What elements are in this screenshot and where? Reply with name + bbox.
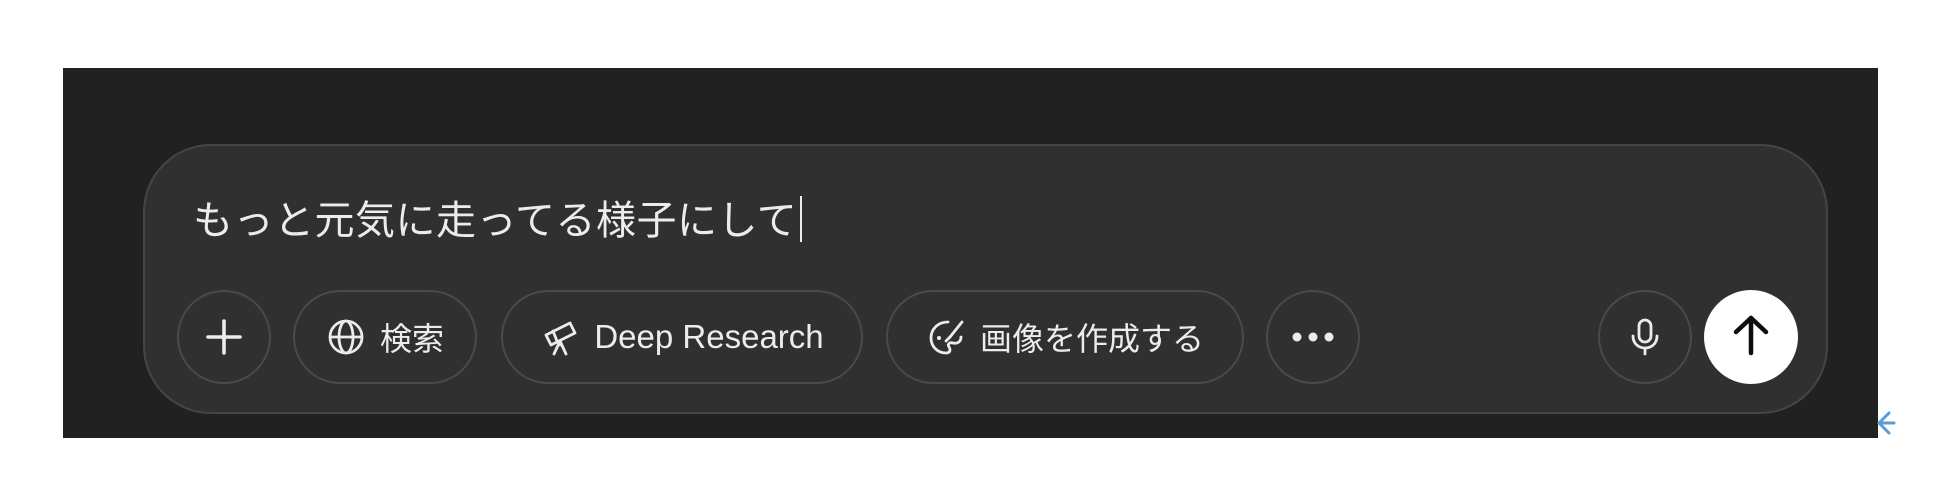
prompt-text: もっと元気に走ってる様子にして [193,198,798,244]
search-label: 検索 [379,320,444,358]
message-composer[interactable]: もっと元気に走ってる様子にして 検索 Deep Research 画像を作成する [143,144,1828,414]
microphone-icon [1627,317,1663,357]
plus-icon [204,317,244,357]
palette-icon [926,317,966,357]
send-button[interactable] [1704,290,1798,384]
create-image-button[interactable]: 画像を作成する [886,290,1244,384]
prompt-input[interactable]: もっと元気に走ってる様子にして [193,194,803,248]
deep-research-button[interactable]: Deep Research [501,290,863,384]
voice-input-button[interactable] [1598,290,1692,384]
edge-collapse-toggle[interactable] [1874,408,1896,438]
telescope-icon [540,317,580,357]
search-button[interactable]: 検索 [293,290,477,384]
chevron-left-icon [1874,411,1896,442]
chat-area: もっと元気に走ってる様子にして 検索 Deep Research 画像を作成する [63,68,1878,438]
arrow-up-icon [1730,313,1772,361]
create-image-label: 画像を作成する [979,320,1204,358]
globe-icon [326,317,366,357]
deep-research-label: Deep Research [594,318,824,355]
text-caret [800,196,803,242]
add-button[interactable] [177,290,271,384]
more-button[interactable] [1266,290,1360,384]
ellipsis-icon [1291,331,1335,343]
